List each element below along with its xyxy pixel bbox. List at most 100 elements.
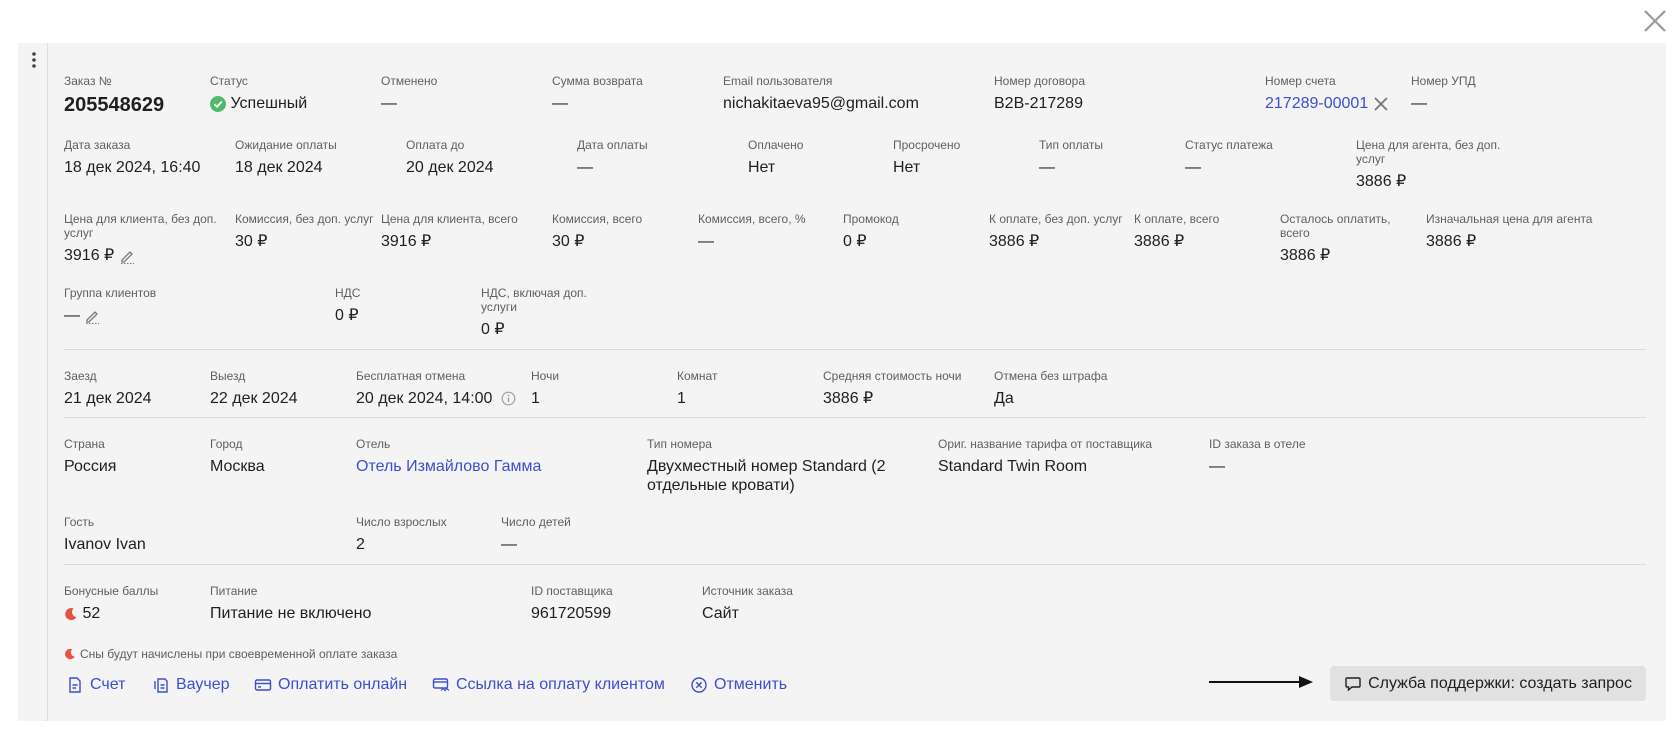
field-value: — — [577, 159, 593, 176]
guest-field: Гость Ivanov Ivan — [64, 515, 146, 554]
adults-field: Число взрослых 2 — [356, 515, 447, 554]
children-field: Число детей — — [501, 515, 571, 554]
field-label: Статус — [210, 74, 248, 88]
info-icon[interactable] — [501, 391, 516, 406]
field-value: Нет — [748, 159, 776, 176]
bonus-field: Бонусные баллы 52 — [64, 584, 158, 623]
order-number-field: Заказ № 205548629 — [64, 74, 164, 117]
hotel-name-link[interactable]: Отель Измайлово Гамма — [356, 457, 541, 476]
nights-field: Ночи 1 — [531, 369, 559, 408]
email-field: Email пользователя nichakitaeva95@gmail.… — [723, 74, 919, 113]
section-divider — [64, 564, 1646, 565]
pay-online-action-label: Оплатить онлайн — [278, 676, 408, 693]
edit-pencil-icon[interactable] — [84, 308, 100, 324]
field-label: Комиссия, всего, % — [698, 212, 806, 226]
field-label: Отмена без штрафа — [994, 369, 1108, 383]
invoice-number-link[interactable]: 217289-00001 — [1265, 94, 1368, 113]
pay-status-field: Статус платежа — — [1185, 138, 1273, 177]
field-value: — — [1209, 458, 1225, 475]
voucher-icon — [154, 678, 168, 693]
client-payment-link-action[interactable]: Ссылка на оплату клиентом — [432, 676, 665, 694]
rooms-field: Комнат 1 — [677, 369, 717, 408]
field-value: 0 ₽ — [335, 307, 359, 324]
arrow-right-icon — [1209, 676, 1313, 688]
support-request-button[interactable]: Служба поддержки: создать запрос — [1330, 666, 1646, 701]
free-cancel-wrap: 20 дек 2024, 14:00 — [356, 389, 516, 408]
field-label: ID поставщика — [531, 584, 613, 598]
field-label: Дата оплаты — [577, 138, 648, 152]
field-value: 3886 ₽ — [823, 390, 874, 407]
invoice-value-wrap: 217289-00001 — [1265, 94, 1389, 113]
field-label: Комиссия, без доп. услуг — [235, 212, 374, 226]
field-value: 22 дек 2024 — [210, 390, 298, 407]
field-value: — — [501, 536, 517, 553]
field-label: Цена для клиента, всего — [381, 212, 518, 226]
field-value: Питание не включено — [210, 605, 372, 622]
field-value: 20 дек 2024 — [406, 159, 494, 176]
invoice-action-label: Счет — [90, 676, 126, 693]
invoice-action-link[interactable]: Счет — [66, 676, 125, 694]
field-label: Тип номера — [647, 437, 712, 451]
client-payment-link-label: Ссылка на оплату клиентом — [456, 676, 665, 693]
bonus-moon-icon — [65, 648, 75, 660]
field-label: Номер счета — [1265, 74, 1336, 88]
field-value: — — [381, 95, 397, 112]
field-value: 3886 ₽ — [1356, 173, 1407, 190]
field-value: 0 ₽ — [843, 233, 867, 250]
avg-night-field: Средняя стоимость ночи 3886 ₽ — [823, 369, 961, 408]
field-value: 3886 ₽ — [989, 233, 1040, 250]
field-label: Выезд — [210, 369, 246, 383]
field-label: Комиссия, всего — [552, 212, 643, 226]
contract-field: Номер договора B2B-217289 — [994, 74, 1085, 113]
bonus-moon-icon — [65, 607, 77, 620]
no-penalty-field: Отмена без штрафа Да — [994, 369, 1107, 408]
client-total-field: Цена для клиента, всего 3916 ₽ — [381, 212, 518, 251]
pay-online-action-link[interactable]: Оплатить онлайн — [254, 676, 407, 694]
success-check-icon — [210, 95, 226, 112]
edit-pencil-icon[interactable] — [119, 248, 135, 264]
support-request-label: Служба поддержки: создать запрос — [1368, 674, 1632, 692]
field-value: 3886 ₽ — [1280, 247, 1331, 264]
to-pay-total-field: К оплате, всего 3886 ₽ — [1134, 212, 1219, 251]
close-icon[interactable] — [1641, 7, 1669, 35]
refund-field: Сумма возврата — — [552, 74, 643, 113]
field-value: — — [1411, 95, 1427, 112]
field-label: Средняя стоимость ночи — [823, 369, 962, 383]
field-value: — — [698, 233, 714, 250]
voucher-action-label: Ваучер — [176, 676, 230, 693]
field-value: 18 дек 2024 — [235, 159, 323, 176]
panel-divider — [47, 43, 48, 721]
remove-icon[interactable] — [1373, 96, 1389, 112]
field-label: НДС — [335, 286, 361, 300]
cancel-order-action-link[interactable]: Отменить — [690, 676, 787, 694]
more-options-icon[interactable] — [26, 50, 42, 70]
pay-until-field: Оплата до 20 дек 2024 — [406, 138, 494, 177]
order-date-field: Дата заказа 18 дек 2024, 16:40 — [64, 138, 200, 177]
field-label: Город — [210, 437, 243, 451]
section-divider — [64, 349, 1646, 350]
field-value: B2B-217289 — [994, 95, 1083, 112]
field-value: 3886 ₽ — [1426, 233, 1477, 250]
client-group-wrap: — — [64, 306, 156, 325]
field-value: — — [64, 307, 80, 325]
payment-link-icon — [432, 678, 450, 692]
cancel-circle-icon — [691, 677, 707, 693]
commission-field: Комиссия, без доп. услуг 30 ₽ — [235, 212, 374, 251]
to-pay-field: К оплате, без доп. услуг 3886 ₽ — [989, 212, 1123, 251]
field-value: 961720599 — [531, 605, 612, 622]
field-value: Ivanov Ivan — [64, 536, 146, 553]
field-label: К оплате, без доп. услуг — [989, 212, 1123, 226]
field-value: 18 дек 2024, 16:40 — [64, 159, 201, 176]
commission-pct-field: Комиссия, всего, % — — [698, 212, 806, 251]
voucher-action-link[interactable]: Ваучер — [152, 676, 230, 694]
field-value: 1 — [677, 390, 686, 407]
bonus-value: 52 — [82, 605, 101, 623]
field-label: Цена для клиента, без доп. услуг — [64, 212, 217, 240]
document-icon — [69, 677, 81, 693]
field-label: Номер договора — [994, 74, 1085, 88]
status-value-wrap: Успешный — [210, 94, 307, 113]
field-value: Сайт — [702, 605, 739, 622]
field-value: 1 — [531, 390, 540, 407]
awaiting-field: Ожидание оплаты 18 дек 2024 — [235, 138, 337, 177]
field-value: 3886 ₽ — [1134, 233, 1185, 250]
